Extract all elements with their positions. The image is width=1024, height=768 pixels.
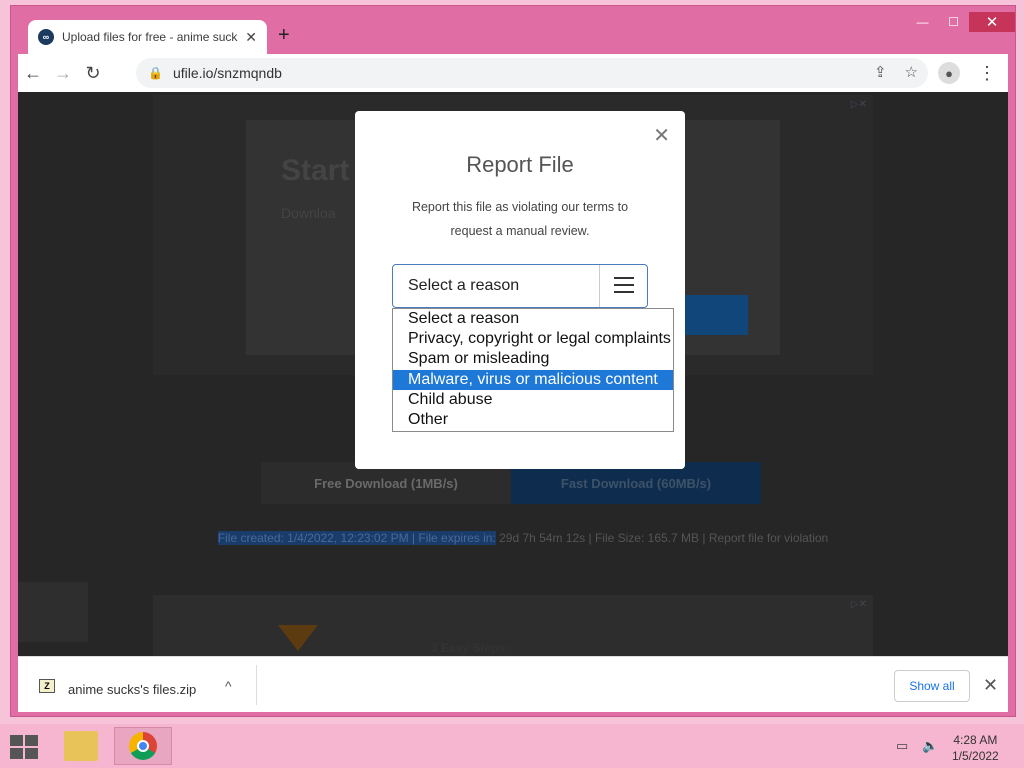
forward-arrow-icon[interactable]: →: [48, 63, 78, 84]
ad-heading: Start: [281, 154, 350, 187]
modal-description: Report this file as violating our terms …: [411, 200, 629, 238]
ad-subtext: Downloa: [281, 205, 336, 221]
bookmark-star-icon[interactable]: ☆: [905, 63, 918, 81]
reason-option[interactable]: Privacy, copyright or legal complaints: [393, 329, 673, 349]
clock-time: 4:28 AM: [953, 733, 998, 747]
report-file-modal: ✕ Report File Report this file as violat…: [355, 111, 685, 469]
ad-steps-text: 3 Easy Steps:: [431, 641, 510, 655]
reason-select[interactable]: Select a reason: [392, 264, 648, 308]
recaptcha-badge[interactable]: [18, 582, 88, 642]
hamburger-icon[interactable]: [614, 277, 634, 298]
tab-active[interactable]: ∞ Upload files for free - anime suck ✕: [28, 20, 267, 54]
report-file-link[interactable]: Report file for violation: [709, 531, 828, 545]
browser-window: ∞ Upload files for free - anime suck ✕ +…: [10, 5, 1016, 717]
menu-kebab-icon[interactable]: ⋮: [978, 63, 996, 84]
reason-select-value: Select a reason: [408, 277, 520, 294]
title-bar: ∞ Upload files for free - anime suck ✕ +…: [11, 6, 1015, 56]
tab-close-icon[interactable]: ✕: [245, 29, 257, 46]
modal-close-icon[interactable]: ✕: [653, 123, 670, 147]
meta-separator: |: [699, 531, 709, 545]
file-meta: File created: 1/4/2022, 12:23:02 PM | Fi…: [183, 526, 863, 550]
reload-icon[interactable]: ↻: [78, 63, 108, 84]
ad-choices-icon[interactable]: ▷✕: [851, 599, 867, 610]
taskbar: ▭ 🔈 4:28 AM 1/5/2022: [0, 724, 1024, 768]
omnibox-actions: ⇪ ☆: [874, 63, 918, 81]
meta-separator: |: [408, 531, 419, 545]
system-tray: ▭ 🔈: [896, 738, 938, 754]
reason-options-list: Select a reason Privacy, copyright or le…: [392, 308, 674, 432]
reason-option[interactable]: Select a reason: [393, 309, 673, 329]
ad-choices-icon[interactable]: ▷✕: [851, 99, 867, 110]
modal-title: Report File: [466, 152, 574, 177]
windows-start-icon[interactable]: [10, 735, 38, 759]
network-icon[interactable]: ▭: [896, 738, 908, 754]
select-divider: [599, 265, 600, 307]
close-window-button[interactable]: ✕: [969, 12, 1015, 32]
zip-file-icon: Z: [39, 679, 55, 693]
show-all-button[interactable]: Show all: [894, 670, 970, 702]
meta-separator: |: [585, 531, 595, 545]
reason-option-highlighted[interactable]: Malware, virus or malicious content: [393, 369, 673, 390]
share-icon[interactable]: ⇪: [874, 63, 887, 81]
file-expires-value: 29d 7h 54m 12s: [495, 531, 586, 545]
chrome-taskbar-button[interactable]: [114, 727, 172, 765]
back-arrow-icon[interactable]: ←: [18, 63, 48, 84]
new-tab-button[interactable]: +: [278, 24, 290, 47]
lock-icon: 🔒: [148, 66, 163, 80]
url-text: ufile.io/snzmqndb: [172, 65, 282, 81]
file-size: File Size: 165.7 MB: [594, 531, 700, 545]
shelf-close-icon[interactable]: ✕: [983, 675, 998, 696]
reason-option[interactable]: Other: [393, 410, 673, 430]
download-file-name[interactable]: anime sucks's files.zip: [68, 682, 196, 697]
maximize-button[interactable]: ☐: [938, 12, 969, 32]
minimize-button[interactable]: —: [907, 12, 938, 32]
taskbar-clock[interactable]: 4:28 AM 1/5/2022: [952, 732, 999, 764]
chrome-icon: [129, 732, 157, 760]
tab-title: Upload files for free - anime suck: [62, 30, 238, 44]
file-expires-label: File expires in:: [418, 531, 496, 545]
window-controls: — ☐ ✕: [907, 12, 1015, 32]
clock-date: 1/5/2022: [952, 749, 999, 763]
download-shelf: Z anime sucks's files.zip ^ Show all ✕: [18, 656, 1008, 712]
reason-option[interactable]: Child abuse: [393, 390, 673, 410]
file-created: File created: 1/4/2022, 12:23:02 PM: [217, 531, 409, 545]
browser-toolbar: ← → ↻ 🔒 ufile.io/snzmqndb ⇪ ☆ ● ⋮: [18, 54, 1008, 92]
ad-banner-bottom[interactable]: ▷✕ 3 Easy Steps:: [153, 595, 873, 656]
page-content: ▷✕ Start Downloa Free Download (1MB/s) F…: [18, 92, 1008, 656]
file-explorer-icon[interactable]: [64, 731, 98, 761]
ufile-favicon-icon: ∞: [38, 29, 54, 45]
reason-option[interactable]: Spam or misleading: [393, 349, 673, 369]
address-bar[interactable]: 🔒 ufile.io/snzmqndb ⇪ ☆: [136, 58, 928, 88]
toolbar-right: ● ⋮: [938, 62, 996, 84]
profile-avatar-icon[interactable]: ●: [938, 62, 960, 84]
volume-muted-icon[interactable]: 🔈: [922, 738, 938, 754]
chevron-up-icon[interactable]: ^: [225, 678, 232, 694]
shelf-divider: [256, 665, 257, 705]
ad-logo-icon: [278, 625, 318, 651]
